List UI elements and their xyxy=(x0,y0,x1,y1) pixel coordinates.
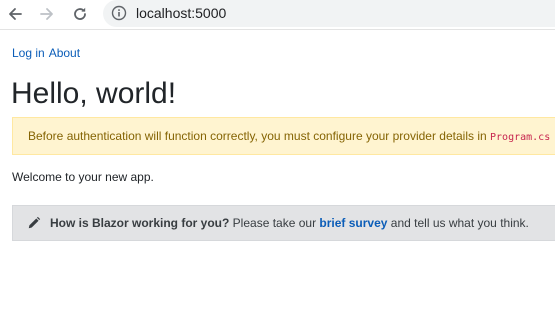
back-button[interactable] xyxy=(2,2,28,26)
warning-alert: Before authentication will function corr… xyxy=(12,117,555,155)
survey-question: How is Blazor working for you? xyxy=(50,216,230,230)
survey-text: How is Blazor working for you? Please ta… xyxy=(50,216,529,230)
info-circle-icon[interactable] xyxy=(111,5,127,21)
survey-prompt: How is Blazor working for you? Please ta… xyxy=(12,205,555,241)
page-title: Hello, world! xyxy=(11,77,177,110)
login-link[interactable]: Log in xyxy=(12,46,45,60)
alert-text: Before authentication will function corr… xyxy=(28,129,487,143)
address-bar[interactable]: localhost:5000 xyxy=(103,0,555,27)
survey-text-before-link: Please take our xyxy=(229,216,320,230)
browser-toolbar: localhost:5000 xyxy=(0,0,555,30)
url-text[interactable]: localhost:5000 xyxy=(136,5,226,22)
top-row-links: Log in About xyxy=(12,46,80,60)
pencil-icon xyxy=(28,216,41,229)
arrow-right-icon xyxy=(40,8,53,20)
reload-icon xyxy=(74,7,86,20)
survey-link[interactable]: brief survey xyxy=(319,216,387,230)
survey-text-after-link: and tell us what you think. xyxy=(387,216,529,230)
reload-button[interactable] xyxy=(67,2,93,26)
alert-message: Before authentication will function corr… xyxy=(28,129,550,145)
arrow-left-icon xyxy=(9,8,22,20)
alert-code: Program.cs xyxy=(490,132,551,143)
welcome-text: Welcome to your new app. xyxy=(12,170,154,184)
about-link[interactable]: About xyxy=(49,46,80,60)
forward-button[interactable] xyxy=(34,2,60,26)
